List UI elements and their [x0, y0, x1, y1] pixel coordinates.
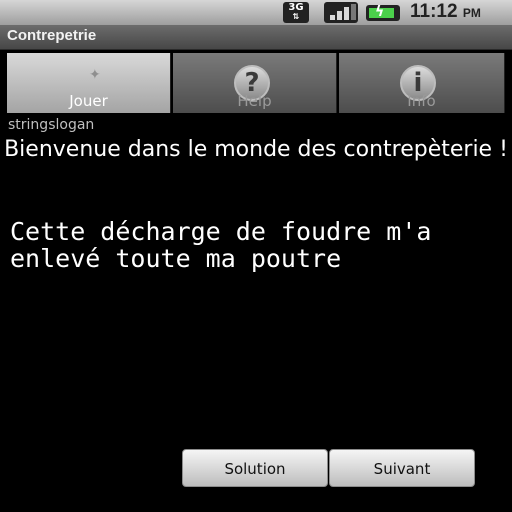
status-bar: 3G ⇅ ϟ 11:12 PM — [0, 0, 512, 25]
slogan-text: stringslogan — [8, 117, 95, 133]
battery-icon: ϟ — [366, 4, 400, 21]
next-button[interactable]: Suivant — [329, 449, 475, 487]
clock-ampm: PM — [462, 6, 481, 20]
star-icon: ✦ — [89, 67, 101, 83]
signal-strength-icon — [324, 2, 358, 23]
contrepetrie-phrase: Cette décharge de foudre m'a enlevé tout… — [10, 217, 432, 273]
app-title-bar: Contrepetrie — [0, 25, 512, 50]
tab-label: Info — [407, 92, 436, 110]
clock-time: 11:12 — [410, 1, 458, 22]
tab-help[interactable]: ? Help — [173, 53, 337, 113]
tab-jouer[interactable]: ✦ Jouer — [7, 53, 171, 113]
app-title: Contrepetrie — [7, 27, 97, 44]
tab-bar: ✦ Jouer ? Help i Info — [7, 53, 505, 113]
network-3g-icon: 3G ⇅ — [283, 2, 309, 23]
solution-button[interactable]: Solution — [182, 449, 328, 487]
welcome-text: Bienvenue dans le monde des contrepèteri… — [4, 137, 508, 162]
tab-info[interactable]: i Info — [339, 53, 505, 113]
tab-label: Help — [237, 92, 272, 110]
tab-label: Jouer — [69, 92, 108, 110]
clock: 11:12 PM — [410, 1, 481, 23]
